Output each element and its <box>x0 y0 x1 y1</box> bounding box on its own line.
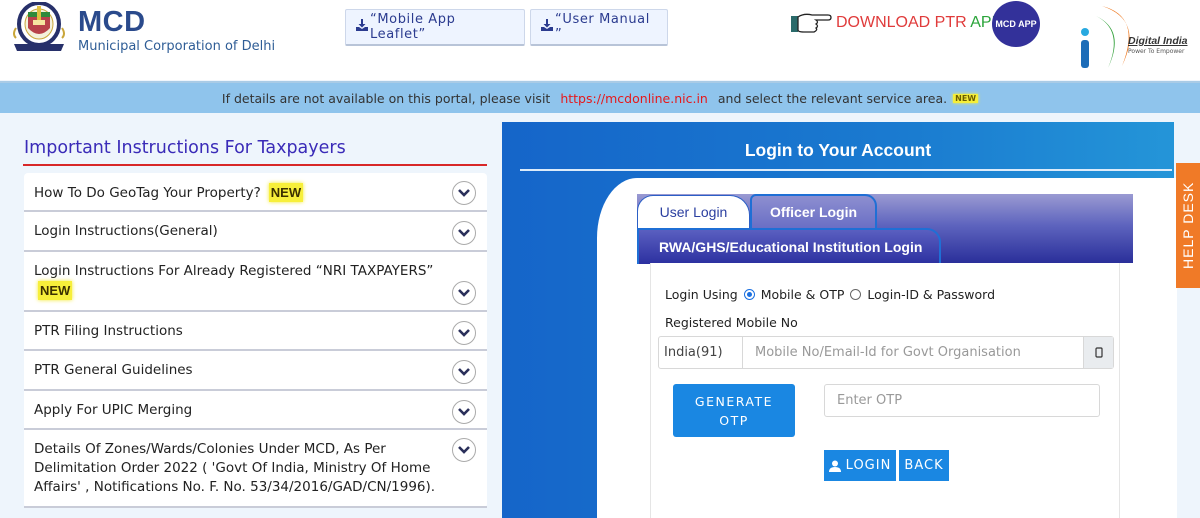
site-header: MCD Municipal Corporation of Delhi “Mobi… <box>0 0 1200 80</box>
chevron-down-icon[interactable] <box>452 360 476 384</box>
login-button[interactable]: LOGIN <box>824 450 896 481</box>
registered-mobile-label: Registered Mobile No <box>665 315 798 330</box>
login-using-label: Login Using <box>665 287 738 302</box>
instructions-title: Important Instructions For Taxpayers <box>24 138 346 158</box>
accordion-item-upic-merging[interactable]: Apply For UPIC Merging <box>24 391 487 430</box>
digital-india-title: Digital India <box>1128 35 1188 47</box>
login-title: Login to Your Account <box>744 140 932 160</box>
chevron-down-icon[interactable] <box>452 221 476 245</box>
generate-otp-button[interactable]: GENERATE OTP <box>673 384 795 437</box>
new-badge: NEW <box>268 183 304 202</box>
chevron-down-icon[interactable] <box>452 281 476 305</box>
mobile-app-leaflet-label: “Mobile App Leaflet” <box>370 12 456 42</box>
back-button[interactable]: BACK <box>899 450 949 481</box>
mcdonline-link[interactable]: https://mcdonline.nic.in <box>560 91 708 106</box>
instructions-divider <box>23 164 487 166</box>
login-form: Login Using Mobile & OTP Login-ID & Pass… <box>650 263 1120 518</box>
otp-input[interactable] <box>824 384 1100 417</box>
login-method-group: Login Using Mobile & OTP Login-ID & Pass… <box>665 287 995 302</box>
login-panel: Login to Your Account User Login Officer… <box>502 122 1177 518</box>
tab-officer-login[interactable]: Officer Login <box>750 194 877 228</box>
login-title-divider <box>520 169 1172 171</box>
tab-user-login[interactable]: User Login <box>637 195 750 228</box>
new-badge: NEW <box>38 281 73 300</box>
accordion-item-ptr-filing[interactable]: PTR Filing Instructions <box>24 312 487 351</box>
mobile-input-group: India(91) <box>658 336 1114 369</box>
user-manual-label: “User Manual ” <box>555 12 650 42</box>
help-desk-tab[interactable]: HELP DESK <box>1176 163 1200 288</box>
user-manual-button[interactable]: “User Manual ” <box>530 9 668 46</box>
user-icon <box>828 460 841 472</box>
radio-mobile-otp[interactable] <box>743 289 755 300</box>
brand-subtitle: Municipal Corporation of Delhi <box>78 39 276 54</box>
chevron-down-icon[interactable] <box>452 181 476 205</box>
notice-text-before: If details are not available on this por… <box>221 90 551 106</box>
new-badge: NEW <box>953 93 979 103</box>
chevron-down-icon[interactable] <box>452 400 476 424</box>
download-icon <box>356 19 368 35</box>
tab-rwa-login[interactable]: RWA/GHS/Educational Institution Login <box>637 228 941 264</box>
digital-india-tagline: Power To Empower <box>1128 48 1185 55</box>
country-code-select[interactable]: India(91) <box>659 337 743 368</box>
mcd-emblem-logo[interactable] <box>10 2 68 56</box>
notice-text-after: and select the relevant service area. <box>717 90 948 106</box>
download-ptr-app-link[interactable]: DOWNLOAD PTR APP <box>790 8 1002 38</box>
radio-login-id-password-label[interactable]: Login-ID & Password <box>867 287 995 302</box>
mobile-input[interactable] <box>743 337 1083 368</box>
chevron-down-icon[interactable] <box>452 438 476 462</box>
brand-title: MCD <box>78 6 146 38</box>
chevron-down-icon[interactable] <box>452 321 476 345</box>
mobile-app-leaflet-button[interactable]: “Mobile App Leaflet” <box>345 9 525 46</box>
mcd-app-badge[interactable]: MCD APP <box>992 1 1040 47</box>
mobile-phone-icon <box>1083 337 1113 368</box>
download-icon <box>541 19 553 35</box>
notice-bar: If details are not available on this por… <box>0 81 1200 113</box>
accordion-item-nri-login[interactable]: Login Instructions For Already Registere… <box>24 252 487 312</box>
accordion-item-geotag[interactable]: How To Do GeoTag Your Property? NEW <box>24 173 487 212</box>
accordion-item-ptr-guidelines[interactable]: PTR General Guidelines <box>24 351 487 391</box>
accordion-item-zones-wards[interactable]: Details Of Zones/Wards/Colonies Under MC… <box>24 430 487 508</box>
radio-mobile-otp-label[interactable]: Mobile & OTP <box>761 287 845 302</box>
instructions-accordion: How To Do GeoTag Your Property? NEW Login… <box>24 173 487 508</box>
download-ptr-app-text: DOWNLOAD PTR APP <box>836 14 1003 31</box>
pointing-hand-icon <box>791 13 832 33</box>
radio-login-id-password[interactable] <box>850 289 862 300</box>
accordion-item-login-general[interactable]: Login Instructions(General) <box>24 212 487 252</box>
